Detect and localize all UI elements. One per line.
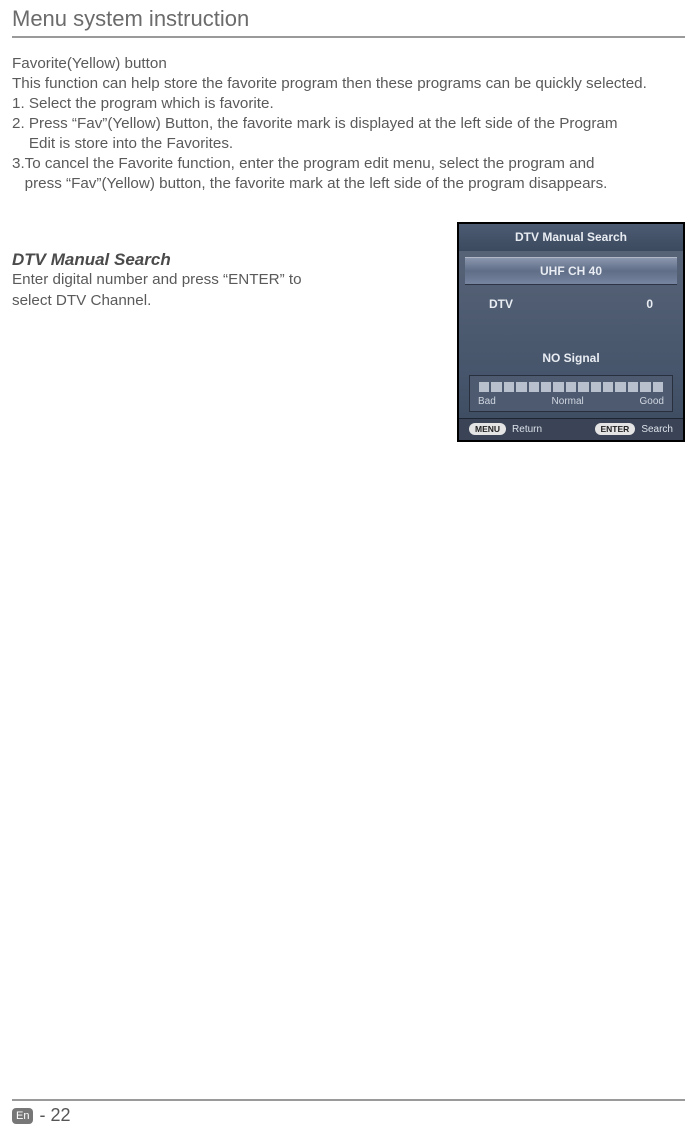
favorite-step-3b: press “Fav”(Yellow) button, the favorite… [12, 174, 685, 194]
signal-label-bad: Bad [478, 396, 496, 407]
osd-dtv-row: DTV 0 [459, 285, 683, 315]
page-title: Menu system instruction [12, 0, 685, 38]
enter-pill: ENTER [595, 423, 636, 435]
dtv-section: DTV Manual Search Enter digital number a… [12, 222, 685, 442]
page-footer: En - 22 [12, 1099, 685, 1126]
osd-title: DTV Manual Search [459, 224, 683, 251]
signal-labels: Bad Normal Good [478, 392, 664, 407]
favorite-intro: This function can help store the favorit… [12, 74, 685, 94]
favorite-step-3a: 3.To cancel the Favorite function, enter… [12, 154, 685, 174]
signal-label-normal: Normal [552, 396, 584, 407]
favorite-section: Favorite(Yellow) button This function ca… [12, 54, 685, 194]
osd-panel: DTV Manual Search UHF CH 40 DTV 0 NO Sig… [457, 222, 685, 442]
dtv-body-2: select DTV Channel. [12, 291, 443, 311]
osd-nosignal: NO Signal [459, 315, 683, 375]
osd-menu-action[interactable]: MENU Return [469, 423, 542, 435]
lang-badge: En [12, 1108, 33, 1124]
signal-bars [478, 382, 664, 392]
menu-pill: MENU [469, 423, 506, 435]
osd-enter-action[interactable]: ENTER Search [595, 423, 674, 435]
dtv-heading: DTV Manual Search [12, 250, 443, 270]
menu-label: Return [512, 424, 542, 435]
favorite-step-2b: Edit is store into the Favorites. [12, 134, 685, 154]
enter-label: Search [641, 424, 673, 435]
osd-footer: MENU Return ENTER Search [459, 418, 683, 440]
favorite-step-2a: 2. Press “Fav”(Yellow) Button, the favor… [12, 114, 685, 134]
signal-label-good: Good [640, 396, 664, 407]
osd-row-label: DTV [489, 297, 513, 311]
page-number: - 22 [39, 1105, 70, 1126]
signal-meter: Bad Normal Good [469, 375, 673, 412]
favorite-step-1: 1. Select the program which is favorite. [12, 94, 685, 114]
favorite-heading: Favorite(Yellow) button [12, 54, 685, 74]
osd-row-value: 0 [646, 297, 653, 311]
dtv-body-1: Enter digital number and press “ENTER” t… [12, 270, 443, 290]
osd-channel-row[interactable]: UHF CH 40 [465, 257, 677, 285]
